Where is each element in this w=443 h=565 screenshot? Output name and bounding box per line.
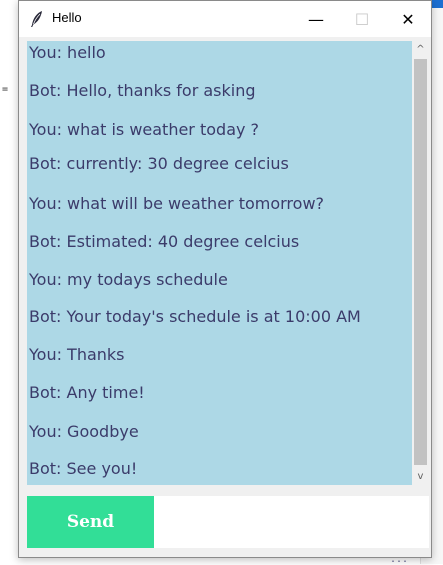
chat-message: You: what is weather today ? bbox=[29, 120, 260, 139]
chat-message: Bot: Hello, thanks for asking bbox=[29, 81, 256, 100]
message-input[interactable] bbox=[154, 496, 429, 548]
maximize-button[interactable]: ☐ bbox=[339, 1, 385, 37]
chat-message: You: Thanks bbox=[29, 345, 125, 364]
chat-message: You: Goodbye bbox=[29, 422, 139, 441]
background-fragment: = bbox=[2, 84, 9, 95]
chat-message: Bot: Estimated: 40 degree celcius bbox=[29, 232, 300, 251]
chat-message: Bot: Your today's schedule is at 10:00 A… bbox=[29, 307, 361, 326]
app-window: Hello — ☐ ✕ You: hello Bot: Hello, thank… bbox=[18, 0, 432, 558]
chat-message: You: what will be weather tomorrow? bbox=[29, 194, 325, 213]
window-title: Hello bbox=[52, 10, 82, 25]
feather-icon bbox=[31, 11, 42, 27]
scroll-thumb[interactable] bbox=[414, 59, 427, 465]
chat-scrollbar[interactable]: ^ v bbox=[412, 41, 429, 485]
chat-message: You: my todays schedule bbox=[29, 270, 228, 289]
chat-log[interactable]: You: hello Bot: Hello, thanks for asking… bbox=[27, 41, 412, 485]
chat-message: Bot: Any time! bbox=[29, 383, 145, 402]
minimize-button[interactable]: — bbox=[293, 1, 339, 37]
title-bar[interactable]: Hello — ☐ ✕ bbox=[19, 1, 431, 37]
chat-message: Bot: See you! bbox=[29, 459, 138, 478]
scroll-up-arrow-icon[interactable]: ^ bbox=[412, 41, 429, 58]
close-button[interactable]: ✕ bbox=[385, 1, 431, 37]
send-button[interactable]: Send bbox=[27, 496, 154, 548]
chat-message: Bot: currently: 30 degree celcius bbox=[29, 154, 289, 173]
scroll-down-arrow-icon[interactable]: v bbox=[412, 468, 429, 485]
chat-message: You: hello bbox=[29, 43, 106, 62]
